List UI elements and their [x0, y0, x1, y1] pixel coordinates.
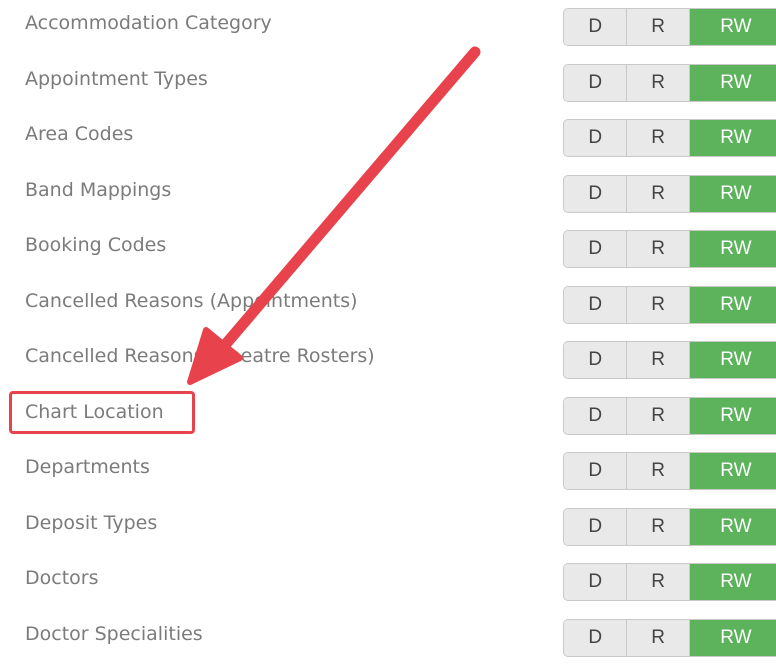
r-option-button[interactable]: R: [627, 620, 690, 656]
access-toggle: D R RW: [563, 619, 776, 657]
permission-row: Appointment Types D R RW: [0, 56, 776, 112]
d-option-button[interactable]: D: [564, 453, 628, 489]
row-label: Band Mappings: [25, 179, 172, 201]
row-label: Doctors: [25, 567, 99, 589]
rw-option-button[interactable]: RW: [689, 65, 776, 101]
r-option-button[interactable]: R: [627, 65, 690, 101]
permission-row: Doctor Specialities D R RW: [0, 611, 776, 667]
d-option-button[interactable]: D: [564, 342, 628, 378]
access-toggle: D R RW: [563, 341, 776, 379]
rw-option-button[interactable]: RW: [689, 620, 776, 656]
access-toggle: D R RW: [563, 286, 776, 324]
row-label: Deposit Types: [25, 512, 158, 534]
rw-option-button[interactable]: RW: [689, 9, 776, 45]
d-option-button[interactable]: D: [564, 564, 628, 600]
r-option-button[interactable]: R: [627, 9, 690, 45]
r-option-button[interactable]: R: [627, 287, 690, 323]
r-option-button[interactable]: R: [627, 509, 690, 545]
access-toggle: D R RW: [563, 175, 776, 213]
rw-option-button[interactable]: RW: [689, 342, 776, 378]
row-label: Appointment Types: [25, 68, 208, 90]
row-label: Booking Codes: [25, 234, 167, 256]
rw-option-button[interactable]: RW: [689, 509, 776, 545]
permission-row: Booking Codes D R RW: [0, 222, 776, 278]
permission-row: Accommodation Category D R RW: [0, 0, 776, 56]
rw-option-button[interactable]: RW: [689, 564, 776, 600]
access-toggle: D R RW: [563, 8, 776, 46]
r-option-button[interactable]: R: [627, 231, 690, 267]
permission-row: Deposit Types D R RW: [0, 500, 776, 556]
access-toggle: D R RW: [563, 64, 776, 102]
d-option-button[interactable]: D: [564, 398, 628, 434]
access-toggle: D R RW: [563, 452, 776, 490]
permission-row: Area Codes D R RW: [0, 111, 776, 167]
r-option-button[interactable]: R: [627, 398, 690, 434]
rw-option-button[interactable]: RW: [689, 287, 776, 323]
permission-row: Doctors D R RW: [0, 555, 776, 611]
row-label: Cancelled Reasons (Appointments): [25, 290, 358, 312]
r-option-button[interactable]: R: [627, 342, 690, 378]
permission-row: Cancelled Reasons (Theatre Rosters) D R …: [0, 333, 776, 389]
access-toggle: D R RW: [563, 397, 776, 435]
d-option-button[interactable]: D: [564, 65, 628, 101]
access-toggle: D R RW: [563, 119, 776, 157]
d-option-button[interactable]: D: [564, 231, 628, 267]
permission-row: Departments D R RW: [0, 444, 776, 500]
permission-row: Chart Location D R RW: [0, 389, 776, 445]
permission-row: Cancelled Reasons (Appointments) D R RW: [0, 278, 776, 334]
rw-option-button[interactable]: RW: [689, 453, 776, 489]
row-label: Chart Location: [25, 401, 164, 423]
r-option-button[interactable]: R: [627, 564, 690, 600]
d-option-button[interactable]: D: [564, 287, 628, 323]
row-label: Cancelled Reasons (Theatre Rosters): [25, 345, 375, 367]
rw-option-button[interactable]: RW: [689, 231, 776, 267]
r-option-button[interactable]: R: [627, 453, 690, 489]
rw-option-button[interactable]: RW: [689, 398, 776, 434]
r-option-button[interactable]: R: [627, 176, 690, 212]
row-label: Accommodation Category: [25, 12, 272, 34]
d-option-button[interactable]: D: [564, 176, 628, 212]
access-toggle: D R RW: [563, 230, 776, 268]
rw-option-button[interactable]: RW: [689, 176, 776, 212]
r-option-button[interactable]: R: [627, 120, 690, 156]
d-option-button[interactable]: D: [564, 120, 628, 156]
permission-row: Band Mappings D R RW: [0, 167, 776, 223]
access-toggle: D R RW: [563, 563, 776, 601]
row-label: Departments: [25, 456, 150, 478]
access-toggle: D R RW: [563, 508, 776, 546]
d-option-button[interactable]: D: [564, 9, 628, 45]
row-label: Doctor Specialities: [25, 623, 203, 645]
rw-option-button[interactable]: RW: [689, 120, 776, 156]
d-option-button[interactable]: D: [564, 509, 628, 545]
row-label: Area Codes: [25, 123, 134, 145]
d-option-button[interactable]: D: [564, 620, 628, 656]
